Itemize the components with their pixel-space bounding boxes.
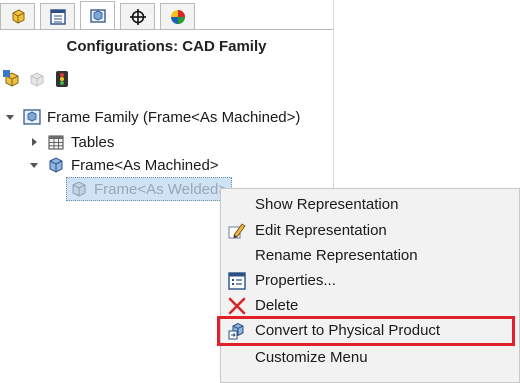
menu-item-show-representation[interactable]: Show Representation — [221, 192, 520, 217]
disabled-config-icon[interactable] — [27, 69, 47, 89]
menu-item-label: Customize Menu — [255, 349, 368, 366]
configuration-icon — [49, 157, 63, 173]
menu-item-label: Delete — [255, 297, 299, 314]
tab-dimxpert[interactable] — [120, 3, 155, 29]
menu-item-rename-representation[interactable]: Rename Representation — [221, 243, 520, 268]
menu-item-delete[interactable]: Delete — [221, 293, 520, 318]
tree-as-machined-row[interactable]: Frame<As Machined> — [28, 154, 219, 176]
tree-tables-row[interactable]: Tables — [28, 131, 114, 153]
tab-feature-manager[interactable] — [0, 3, 35, 29]
manager-tabs — [0, 0, 333, 30]
selected-tree-item[interactable]: Frame<As Welded> — [66, 177, 233, 201]
tree-as-welded-row[interactable]: Frame<As Welded> — [66, 177, 233, 201]
appearance-icon — [170, 9, 185, 24]
menu-item-label: Edit Representation — [255, 222, 387, 239]
tree-as-machined-label: Frame<As Machined> — [71, 156, 219, 174]
property-manager-icon — [49, 8, 66, 25]
tab-property-manager[interactable] — [40, 3, 75, 29]
tabs-divider — [0, 29, 333, 30]
expand-arrow-icon[interactable] — [28, 136, 40, 148]
collapse-arrow-icon[interactable] — [4, 111, 16, 123]
panel-title: Configurations: CAD Family — [66, 38, 267, 55]
add-representation-icon[interactable] — [2, 69, 22, 89]
highlight-annotation-box — [217, 316, 515, 346]
traffic-light-icon[interactable] — [52, 69, 72, 89]
collapse-arrow-icon[interactable] — [28, 159, 40, 171]
menu-item-label: Show Representation — [255, 196, 399, 213]
configuration-manager-icon — [89, 8, 106, 23]
edit-pencil-icon — [227, 221, 247, 241]
menu-item-label: Rename Representation — [255, 247, 418, 264]
tables-icon — [48, 135, 64, 150]
menu-item-customize-menu[interactable]: Customize Menu — [221, 345, 520, 370]
context-menu: Show Representation Edit Representation … — [220, 188, 520, 383]
tree-root-row[interactable]: Frame Family (Frame<As Machined>) — [4, 106, 300, 128]
delete-x-icon — [227, 296, 247, 316]
properties-icon — [227, 271, 247, 291]
config-toolbar — [0, 67, 120, 93]
tree-as-welded-label: Frame<As Welded> — [94, 180, 228, 198]
crosshair-icon — [129, 8, 146, 25]
tree-tables-label: Tables — [71, 133, 115, 151]
configuration-icon — [72, 181, 86, 197]
tab-configuration-manager[interactable] — [80, 1, 115, 29]
tab-display-manager[interactable] — [160, 3, 195, 29]
menu-item-edit-representation[interactable]: Edit Representation — [221, 218, 520, 243]
menu-item-properties[interactable]: Properties... — [221, 268, 520, 293]
tree-root-label: Frame Family (Frame<As Machined>) — [47, 108, 301, 126]
part-icon — [12, 8, 24, 24]
configuration-family-icon — [23, 109, 41, 125]
menu-item-label: Properties... — [255, 272, 336, 289]
